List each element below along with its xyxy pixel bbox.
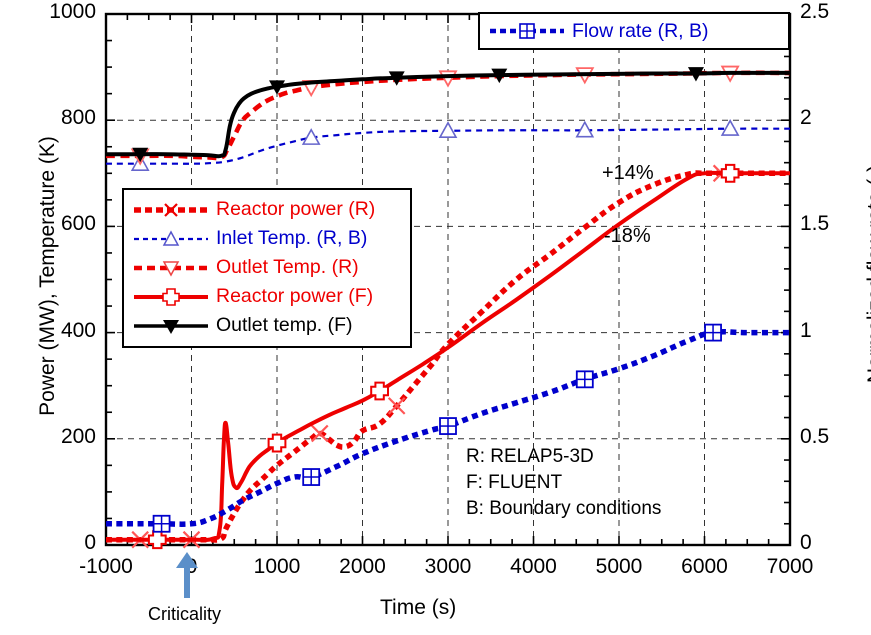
marker-plus-box	[720, 163, 740, 183]
legend-label: Reactor power (F)	[216, 285, 374, 307]
criticality-label: Criticality	[148, 604, 222, 624]
chart-figure: Power (MW), Temperature (K) Normalized f…	[0, 0, 871, 635]
marker-square-cross	[575, 370, 594, 389]
markers-outlet-temp-r	[130, 65, 740, 166]
legend-main: Reactor power (R) Inlet Temp. (R, B) Out…	[122, 188, 412, 348]
legend-label: Outlet temp. (F)	[216, 314, 353, 336]
legend-item-reactor-power-r: Reactor power (R)	[132, 195, 402, 224]
legend-item-outlet-temp-f: Outlet temp. (F)	[132, 311, 402, 340]
markers-outlet-temp-f	[132, 67, 704, 163]
marker-square-cross	[152, 514, 171, 533]
legend-key-outlet-temp-f	[134, 319, 208, 334]
criticality-arrow-icon	[176, 552, 198, 598]
legend-key-reactor-power-r	[134, 202, 208, 217]
legend-key-reactor-power-f	[134, 287, 208, 306]
note-line: F: FLUENT	[466, 472, 563, 493]
marker-square-cross	[704, 323, 722, 342]
legend-key-flow-rate-rb	[490, 23, 564, 39]
legend-item-outlet-temp-r: Outlet Temp. (R)	[132, 253, 402, 282]
legend-flow-rate: Flow rate (R, B)	[478, 12, 790, 50]
legend-key-inlet-temp-rb	[134, 229, 208, 246]
marker-triangle-up	[438, 121, 458, 139]
notes-block: R: RELAP5-3D F: FLUENT B: Boundary condi…	[466, 444, 661, 522]
legend-key-outlet-temp-r	[134, 260, 208, 277]
note-line: B: Boundary conditions	[466, 498, 662, 519]
annotation-plus-14: +14%	[602, 162, 654, 184]
legend-label: Flow rate (R, B)	[572, 19, 709, 42]
marker-square-cross	[302, 468, 321, 486]
marker-triangle-up	[720, 119, 740, 136]
legend-label: Reactor power (R)	[216, 198, 376, 220]
note-line: R: RELAP5-3D	[466, 446, 594, 467]
legend-item-flow-rate-rb: Flow rate (R, B)	[488, 17, 780, 45]
legend-item-inlet-temp-rb: Inlet Temp. (R, B)	[132, 224, 402, 253]
annotation-minus-18: -18%	[604, 225, 651, 247]
marker-x	[387, 397, 406, 415]
marker-square-cross	[439, 417, 457, 435]
legend-item-reactor-power-f: Reactor power (F)	[132, 282, 402, 311]
legend-label: Outlet Temp. (R)	[216, 256, 359, 278]
legend-label: Inlet Temp. (R, B)	[216, 227, 368, 249]
